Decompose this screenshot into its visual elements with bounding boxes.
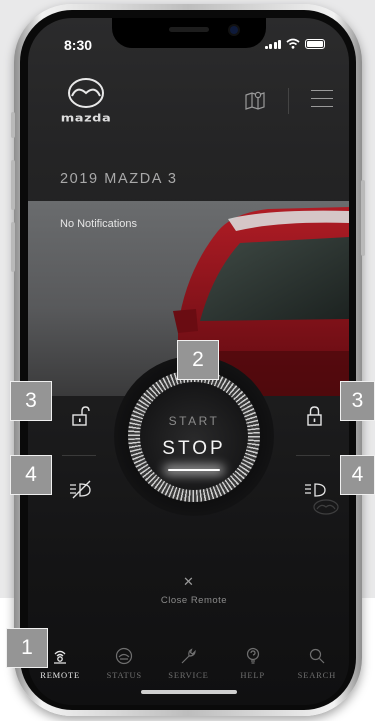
callout-lock: 3 [340,381,375,421]
battery-icon [305,38,325,49]
wrench-icon [182,648,197,664]
left-controls-divider [62,455,96,456]
tab-label: HELP [240,670,265,680]
notifications-text[interactable]: No Notifications [60,218,137,230]
mazda-logo: mazda [60,76,112,126]
hamburger-menu-icon[interactable] [311,90,333,108]
brand-wordmark: mazda [60,112,112,125]
tab-status[interactable]: STATUS [94,646,154,690]
front-camera [230,26,238,34]
map-button[interactable] [243,88,267,112]
cellular-signal-icon [264,39,281,49]
help-icon [246,647,259,664]
volume-down-button [11,222,15,272]
tab-label: SEARCH [297,670,337,680]
callout-lights-on: 4 [340,455,375,495]
map-pin-icon [245,91,265,110]
device-notch [112,18,266,48]
lock-icon [307,406,322,426]
callout-tabbar: 1 [6,628,48,668]
tab-label: REMOTE [40,670,80,680]
callout-lights-off: 4 [10,455,52,495]
callout-unlock: 3 [10,381,52,421]
mute-switch [11,112,15,138]
home-indicator[interactable] [141,690,237,694]
status-car-icon [116,647,133,665]
tab-service[interactable]: SERVICE [158,646,218,690]
volume-up-button [11,160,15,210]
close-remote-label[interactable]: Close Remote [128,595,260,606]
status-time: 8:30 [64,37,93,53]
engine-start-stop-button[interactable] [140,382,248,490]
callout-engine: 2 [177,340,219,380]
tab-search[interactable]: SEARCH [287,646,347,690]
tab-help[interactable]: HELP [223,646,283,690]
status-icons [264,38,325,49]
vehicle-name: 2019 MAZDA 3 [60,171,178,187]
headlights-off-icon [70,480,91,499]
remote-signal-icon [54,650,67,664]
earpiece-speaker [169,27,209,32]
lights-off-button[interactable] [66,476,94,504]
tab-label: STATUS [106,670,142,680]
close-remote-icon[interactable]: ✕ [183,574,194,590]
wifi-icon [286,38,300,49]
faded-mazda-emblem-icon [313,499,339,515]
bottom-tab-bar: REMOTE STATUS SERVICE HELP SEARCH [28,646,349,690]
unlock-button[interactable] [66,403,94,431]
mazda-emblem-icon [68,78,104,108]
stop-label: STOP [162,438,226,459]
engine-status-glow [168,469,220,471]
lock-button[interactable] [301,403,329,431]
header-divider [288,88,289,114]
search-icon [309,648,325,664]
tab-label: SERVICE [168,670,209,680]
unlock-icon [72,406,90,426]
power-button [361,180,365,256]
right-controls-divider [296,455,330,456]
start-label: START [168,414,220,428]
